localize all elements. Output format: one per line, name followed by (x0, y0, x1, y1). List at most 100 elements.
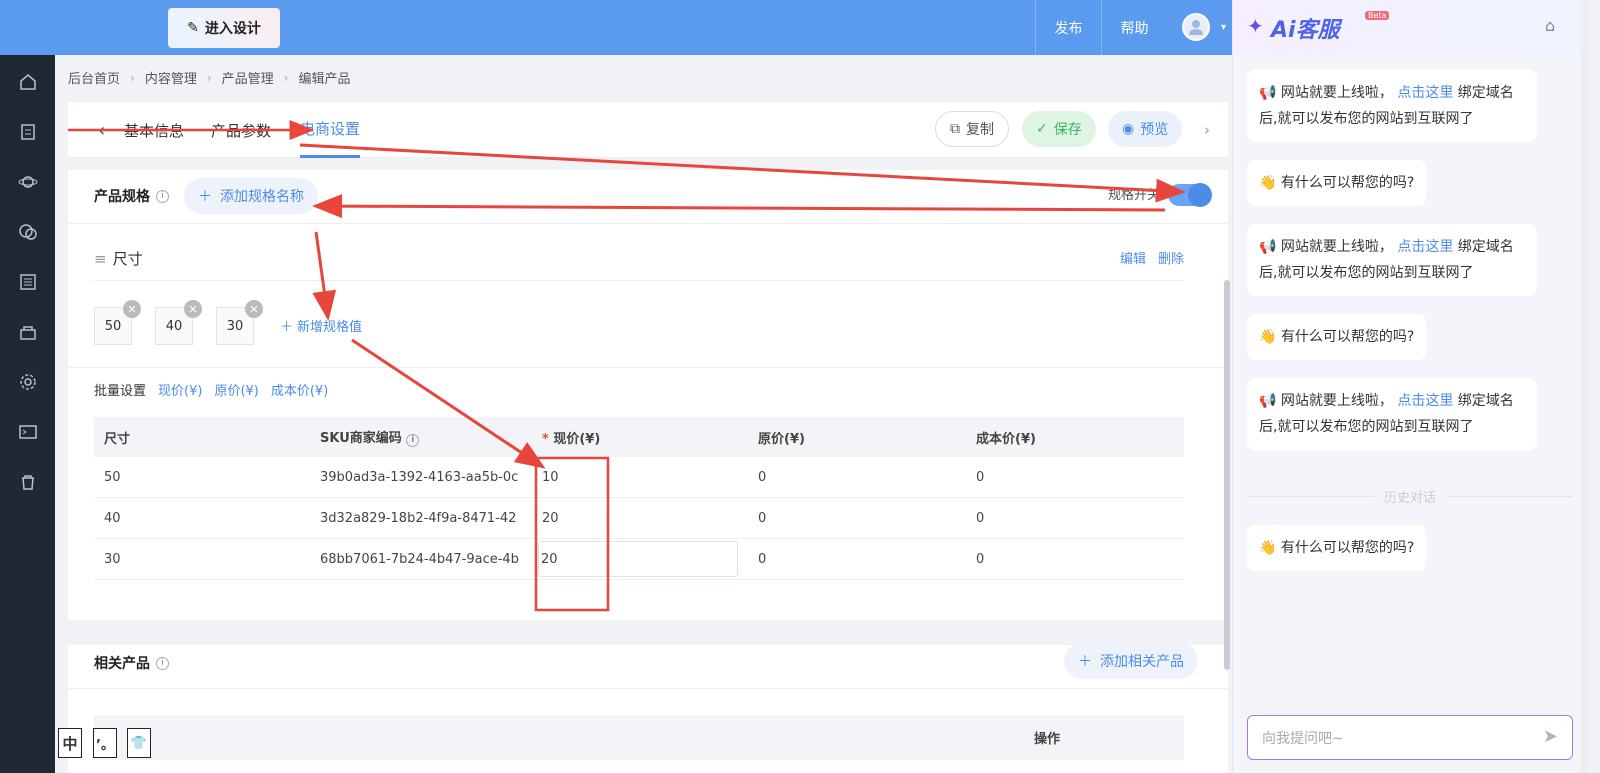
help-link[interactable]: 帮助 (1101, 0, 1167, 55)
table-row: 50 39b0ad3a-1392-4163-aa5b-0c 10 0 0 (94, 457, 1184, 498)
enter-design-button[interactable]: ✎ 进入设计 (168, 8, 280, 48)
trash-icon[interactable] (16, 470, 40, 494)
cell-price-input-focused[interactable]: 20 (538, 541, 738, 577)
list-icon[interactable] (16, 270, 40, 294)
cell-original-price-input[interactable]: 0 (748, 511, 966, 526)
chat-bubble: 👋 有什么可以帮您的吗? (1247, 525, 1427, 571)
cell-cost-price-input[interactable]: 0 (966, 470, 1184, 485)
cell-price-input[interactable]: 10 (530, 470, 748, 485)
send-icon[interactable]: ➤ (1543, 726, 1558, 747)
ai-header: ✦ Ai客服 Beta ⌂ (1233, 0, 1589, 55)
bind-domain-link[interactable]: 点击这里 (1397, 393, 1453, 409)
spec-value-chip[interactable]: 40 ✕ (155, 300, 202, 345)
batch-original-price[interactable]: 原价(¥) (214, 380, 258, 399)
save-button[interactable]: ✓ 保存 (1022, 111, 1096, 147)
msg-text: 网站就要上线啦， (1280, 393, 1393, 409)
col-sku-label: SKU商家编码 (320, 431, 402, 447)
cell-sku-input[interactable]: 68bb7061-7b24-4b47-9ace-4b (312, 552, 530, 567)
chevron-right-icon: › (283, 70, 289, 85)
chevron-down-icon[interactable]: ▾ (1221, 22, 1226, 33)
msg-text: 网站就要上线啦， (1280, 239, 1393, 255)
breadcrumb-item[interactable]: 后台首页 (68, 68, 120, 87)
spec-toggle[interactable] (1168, 183, 1212, 207)
cell-price-input[interactable]: 20 (530, 511, 748, 526)
bind-domain-link[interactable]: 点击这里 (1397, 239, 1453, 255)
add-spec-name-button[interactable]: ＋ 添加规格名称 (184, 178, 318, 214)
drag-handle-icon[interactable]: ≡ (94, 250, 107, 268)
wave-icon: 👋 (1259, 540, 1277, 556)
close-icon[interactable]: ✕ (184, 300, 202, 318)
preview-button[interactable]: ◉ 预览 (1108, 111, 1183, 147)
info-icon: i (406, 433, 420, 447)
close-icon[interactable]: ✕ (245, 300, 263, 318)
ime-punctuation-toggle[interactable]: ’。 (93, 728, 117, 758)
spec-section: 产品规格 i ＋ 添加规格名称 规格开关 ≡ 尺寸 编辑 删除 50 ✕ 40 … (68, 170, 1228, 620)
ai-scrollbar[interactable] (1581, 0, 1589, 773)
table-header: 尺寸 SKU商家编码 i * 现价(¥) 原价(¥) 成本价(¥) (94, 417, 1184, 457)
related-title-row: 相关产品 i (94, 653, 169, 673)
tab-ecommerce-settings[interactable]: 电商设置 (300, 102, 361, 158)
cell-size: 50 (104, 469, 121, 485)
tab-basic-info[interactable]: 基本信息 (124, 102, 184, 158)
chat-bubble: 👋 有什么可以帮您的吗? (1247, 160, 1427, 206)
batch-cost-price[interactable]: 成本价(¥) (271, 380, 328, 399)
settings-icon[interactable] (16, 370, 40, 394)
publish-link[interactable]: 发布 (1035, 0, 1101, 55)
copy-button[interactable]: ⧉ 复制 (935, 111, 1009, 147)
batch-current-price[interactable]: 现价(¥) (158, 380, 202, 399)
enter-design-label: 进入设计 (204, 21, 261, 37)
chevron-right-icon[interactable]: › (1204, 102, 1210, 158)
col-price: * 现价(¥) (530, 428, 748, 447)
ime-skin-icon[interactable]: 👕 (127, 728, 151, 758)
related-products-section: 相关产品 i ＋ 添加相关产品 操作 (68, 643, 1228, 773)
col-original-price: 原价(¥) (758, 431, 805, 447)
content-icon[interactable] (16, 120, 40, 144)
msg-text: 有什么可以帮您的吗? (1280, 540, 1415, 556)
col-sku: SKU商家编码 i (312, 427, 530, 447)
add-spec-value-button[interactable]: ＋ 新增规格值 (280, 316, 362, 335)
back-icon[interactable]: ‹ (98, 102, 105, 158)
avatar[interactable] (1182, 13, 1210, 41)
spec-value-chip[interactable]: 30 ✕ (216, 300, 263, 345)
cell-sku-input[interactable]: 3d32a829-18b2-4f9a-8471-42 (312, 511, 530, 526)
chat-bubble: 👋 有什么可以帮您的吗? (1247, 314, 1427, 360)
required-mark: * (542, 431, 549, 447)
breadcrumb-item[interactable]: 产品管理 (222, 68, 274, 87)
cell-size: 30 (104, 551, 121, 567)
breadcrumb-item-current: 编辑产品 (298, 72, 351, 87)
bind-domain-link[interactable]: 点击这里 (1397, 85, 1453, 101)
terminal-icon[interactable] (16, 420, 40, 444)
clear-chat-icon[interactable]: ⌂ (1545, 16, 1555, 35)
col-size: 尺寸 (104, 431, 131, 447)
ime-chinese-toggle[interactable]: 中 (58, 728, 82, 758)
delete-spec-link[interactable]: 删除 (1158, 248, 1184, 267)
spec-title-row: 产品规格 i (94, 186, 169, 206)
cell-cost-price-input[interactable]: 0 (966, 552, 1184, 567)
main-scrollbar[interactable] (1224, 280, 1230, 670)
home-icon[interactable] (16, 70, 40, 94)
history-divider: 历史对话 (1247, 487, 1574, 506)
spec-value-label: 50 (104, 318, 122, 334)
chat-bubble: 📢 网站就要上线啦， 点击这里 绑定域名后,就可以发布您的网站到互联网了 (1247, 224, 1537, 296)
chat-icon[interactable] (16, 220, 40, 244)
cell-original-price-input[interactable]: 0 (748, 552, 966, 567)
cell-sku-input[interactable]: 39b0ad3a-1392-4163-aa5b-0c (312, 470, 530, 485)
cell-original-price-input[interactable]: 0 (748, 470, 966, 485)
add-related-product-button[interactable]: ＋ 添加相关产品 (1064, 643, 1198, 679)
spec-value-chip[interactable]: 50 ✕ (94, 300, 141, 345)
breadcrumb-item[interactable]: 内容管理 (145, 68, 197, 87)
preview-label: 预览 (1140, 122, 1169, 138)
edit-icon: ✎ (187, 20, 199, 36)
shop-icon[interactable] (16, 320, 40, 344)
breadcrumb: 后台首页 › 内容管理 › 产品管理 › 编辑产品 (68, 68, 351, 88)
eye-icon: ◉ (1122, 121, 1135, 137)
spec-toggle-label: 规格开关 (1108, 188, 1161, 203)
tab-product-params[interactable]: 产品参数 (211, 102, 271, 158)
chat-bubble: 📢 网站就要上线啦， 点击这里 绑定域名后,就可以发布您的网站到互联网了 (1247, 70, 1537, 142)
spec-title: 产品规格 (94, 189, 150, 205)
ai-question-input[interactable]: 向我提问吧~ ➤ (1247, 715, 1573, 760)
close-icon[interactable]: ✕ (123, 300, 141, 318)
planet-icon[interactable] (16, 170, 40, 194)
cell-cost-price-input[interactable]: 0 (966, 511, 1184, 526)
edit-spec-link[interactable]: 编辑 (1120, 248, 1146, 267)
